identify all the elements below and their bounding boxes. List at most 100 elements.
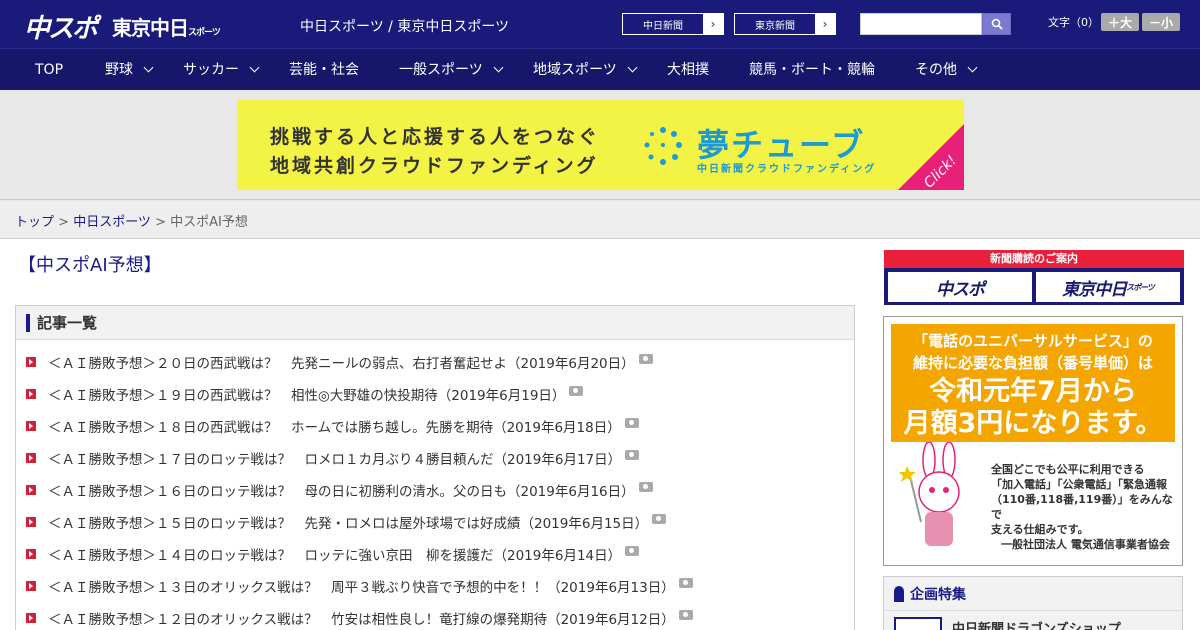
list-item[interactable]: ＜ＡＩ勝敗予想＞１７日のロッテ戦は？ ロメロ１カ月ぶり４勝目頼んだ（2019年6… (26, 442, 640, 474)
tokyo-chunichi-logo[interactable]: 東京中日スポーツ (112, 12, 221, 41)
bullet-icon (26, 357, 36, 367)
nav-label: 地域スポーツ (533, 62, 617, 78)
ad-line1: 「電話のユニバーサルサービス」の (913, 332, 1153, 350)
camera-icon (625, 450, 640, 460)
breadcrumb-sep: > (150, 215, 171, 230)
nav-general-sports[interactable]: 一般スポーツ (399, 49, 504, 91)
subscribe-tokyo-label: 東京中日 (1062, 279, 1127, 300)
ad-heading: 「電話のユニバーサルサービス」の 維持に必要な負担額（番号単価）は (891, 330, 1175, 374)
bullet-icon (26, 581, 36, 591)
ad-small2: 「加入電話」「公衆電話」「緊急通報 (991, 478, 1167, 491)
camera-icon (652, 514, 667, 524)
crowdfunding-banner[interactable]: 挑戦する人と応援する人をつなぐ 地域共創クラウドファンディング 夢チューブ 中日… (237, 100, 964, 190)
subscription-heading: 新聞購読のご案内 (884, 250, 1184, 268)
site-links[interactable]: 中日スポーツ / 東京中日スポーツ (300, 16, 509, 36)
ad-big1: 令和元年7月から (929, 376, 1137, 407)
article-link[interactable]: ＜ＡＩ勝敗予想＞１９日の西武戦は？ 相性◎大野雄の快投期待（2019年6月19日… (48, 384, 565, 404)
search-input[interactable] (860, 13, 982, 35)
chunichi-shimbun-button[interactable]: 中日新聞 › (622, 13, 724, 35)
chevron-down-icon (249, 62, 260, 73)
tokyo-shimbun-button[interactable]: 東京新聞 › (734, 13, 836, 35)
nav-top[interactable]: TOP (35, 49, 63, 91)
bullet-icon (26, 453, 36, 463)
nav-entertainment[interactable]: 芸能・社会 (289, 49, 359, 91)
dots-logo-icon (644, 127, 682, 165)
nav-label: 野球 (105, 62, 133, 78)
ad-inner: 「電話のユニバーサルサービス」の 維持に必要な負担額（番号単価）は 令和元年7月… (891, 324, 1175, 558)
bullet-icon (26, 549, 36, 559)
font-size-label: 文字（0） (1048, 16, 1099, 29)
nav-soccer[interactable]: サッカー (183, 49, 260, 91)
banner-brand-sub: 中日新聞クラウドファンディング (697, 164, 877, 175)
camera-icon (638, 354, 653, 364)
tokyo-shimbun-label: 東京新聞 (755, 20, 795, 32)
page-title: 【中スポAI予想】 (18, 255, 162, 276)
chuspo-logo[interactable]: 中スポ (24, 8, 98, 45)
bullet-icon (26, 421, 36, 431)
nav-racing[interactable]: 競馬・ボート・競輪 (749, 49, 875, 91)
feature-item[interactable]: 中日新聞ドラゴンズショップ (894, 617, 1121, 630)
subscribe-chuspo-button[interactable]: 中スポ (888, 272, 1032, 302)
camera-icon (638, 482, 653, 492)
chevron-down-icon (627, 62, 638, 73)
chunichi-shimbun-label: 中日新聞 (643, 20, 683, 32)
ad-big2: 月額3円になります。 (903, 408, 1163, 439)
universal-service-ad[interactable]: 「電話のユニバーサルサービス」の 維持に必要な負担額（番号単価）は 令和元年7月… (883, 316, 1183, 566)
nav-other[interactable]: その他 (915, 49, 978, 91)
banner-line1: 挑戦する人と応援する人をつなぐ (270, 126, 601, 148)
subscribe-tokyo-small: スポーツ (1126, 282, 1155, 292)
article-list: 記事一覧 ＜ＡＩ勝敗予想＞２０日の西武戦は？ 先発ニールの弱点、右打者奮起せよ（… (15, 305, 855, 630)
search-icon (991, 18, 1003, 30)
ad-line2: 維持に必要な負担額（番号単価）は (912, 354, 1153, 372)
ad-organization: 一般社団法人 電気通信事業者協会 (1001, 538, 1170, 551)
camera-icon (569, 386, 584, 396)
article-link[interactable]: ＜ＡＩ勝敗予想＞１４日のロッテ戦は？ ロッテに強い京田 柳を援護だ（2019年6… (48, 544, 621, 564)
camera-icon (678, 610, 693, 620)
search-button[interactable] (982, 13, 1011, 35)
nav-baseball[interactable]: 野球 (105, 49, 154, 91)
chevron-down-icon (493, 62, 504, 73)
list-item[interactable]: ＜ＡＩ勝敗予想＞２０日の西武戦は？ 先発ニールの弱点、右打者奮起せよ（2019年… (26, 346, 653, 378)
ad-description: 全国どこでも公平に利用できる 「加入電話」「公衆電話」「緊急通報 （110番,1… (991, 462, 1175, 537)
ad-white-panel: 全国どこでも公平に利用できる 「加入電話」「公衆電話」「緊急通報 （110番,1… (891, 442, 1175, 558)
top-header: 中スポ 東京中日スポーツ 中日スポーツ / 東京中日スポーツ 中日新聞 › 東京… (0, 0, 1200, 48)
list-item[interactable]: ＜ＡＩ勝敗予想＞１５日のロッテ戦は？ 先発・ロメロは屋外球場では好成績（2019… (26, 506, 667, 538)
list-item[interactable]: ＜ＡＩ勝敗予想＞１６日のロッテ戦は？ 母の日に初勝利の清水。父の日も（2019年… (26, 474, 653, 506)
article-link[interactable]: ＜ＡＩ勝敗予想＞１７日のロッテ戦は？ ロメロ１カ月ぶり４勝目頼んだ（2019年6… (48, 448, 621, 468)
nav-local-sports[interactable]: 地域スポーツ (533, 49, 638, 91)
subscribe-tokyo-button[interactable]: 東京中日 スポーツ (1036, 272, 1180, 302)
banner-line2: 地域共創クラウドファンディング (270, 155, 599, 177)
font-smaller-button[interactable]: －小 (1142, 13, 1180, 31)
list-item[interactable]: ＜ＡＩ勝敗予想＞１８日の西武戦は？ ホームでは勝ち越し。先勝を期待（2019年6… (26, 410, 639, 442)
article-list-header: 記事一覧 (16, 306, 854, 340)
list-item[interactable]: ＜ＡＩ勝敗予想＞１４日のロッテ戦は？ ロッテに強い京田 柳を援護だ（2019年6… (26, 538, 640, 570)
breadcrumb-top[interactable]: トップ (15, 215, 54, 230)
list-item[interactable]: ＜ＡＩ勝敗予想＞１３日のオリックス戦は？ 周平３戦ぶり快音で予想的中を！！（20… (26, 570, 693, 602)
article-link[interactable]: ＜ＡＩ勝敗予想＞１８日の西武戦は？ ホームでは勝ち越し。先勝を期待（2019年6… (48, 416, 621, 436)
article-link[interactable]: ＜ＡＩ勝敗予想＞１６日のロッテ戦は？ 母の日に初勝利の清水。父の日も（2019年… (48, 480, 635, 500)
bullet-icon (26, 613, 36, 623)
breadcrumb-section[interactable]: 中日スポーツ (73, 215, 151, 230)
nav-label: 一般スポーツ (399, 62, 483, 78)
heading-bar (26, 313, 30, 332)
camera-icon (678, 578, 693, 588)
list-item[interactable]: ＜ＡＩ勝敗予想＞１２日のオリックス戦は？ 竹安は相性良し！竜打線の爆発期待（20… (26, 602, 693, 630)
article-link[interactable]: ＜ＡＩ勝敗予想＞２０日の西武戦は？ 先発ニールの弱点、右打者奮起せよ（2019年… (48, 352, 635, 372)
nav-sumo[interactable]: 大相撲 (667, 49, 709, 91)
main-content: 【中スポAI予想】 記事一覧 ＜ＡＩ勝敗予想＞２０日の西武戦は？ 先発ニールの弱… (0, 239, 1200, 630)
article-link[interactable]: ＜ＡＩ勝敗予想＞１３日のオリックス戦は？ 周平３戦ぶり快音で予想的中を！！（20… (48, 576, 675, 596)
breadcrumb-current: 中スポAI予想 (170, 215, 248, 230)
list-item[interactable]: ＜ＡＩ勝敗予想＞１９日の西武戦は？ 相性◎大野雄の快投期待（2019年6月19日… (26, 378, 584, 410)
article-link[interactable]: ＜ＡＩ勝敗予想＞１２日のオリックス戦は？ 竹安は相性良し！竜打線の爆発期待（20… (48, 608, 675, 628)
ribbon-icon (894, 585, 904, 602)
camera-icon (625, 546, 640, 556)
feature-box: 企画特集 中日新聞ドラゴンズショップ (883, 576, 1183, 630)
font-larger-button[interactable]: ＋大 (1101, 13, 1139, 31)
feature-header: 企画特集 (884, 577, 1182, 611)
article-link[interactable]: ＜ＡＩ勝敗予想＞１５日のロッテ戦は？ 先発・ロメロは屋外球場では好成績（2019… (48, 512, 648, 532)
feature-heading: 企画特集 (910, 586, 966, 603)
bullet-icon (26, 485, 36, 495)
feature-thumbnail (894, 617, 942, 630)
breadcrumb-sep: > (54, 215, 74, 230)
camera-icon (624, 418, 639, 428)
